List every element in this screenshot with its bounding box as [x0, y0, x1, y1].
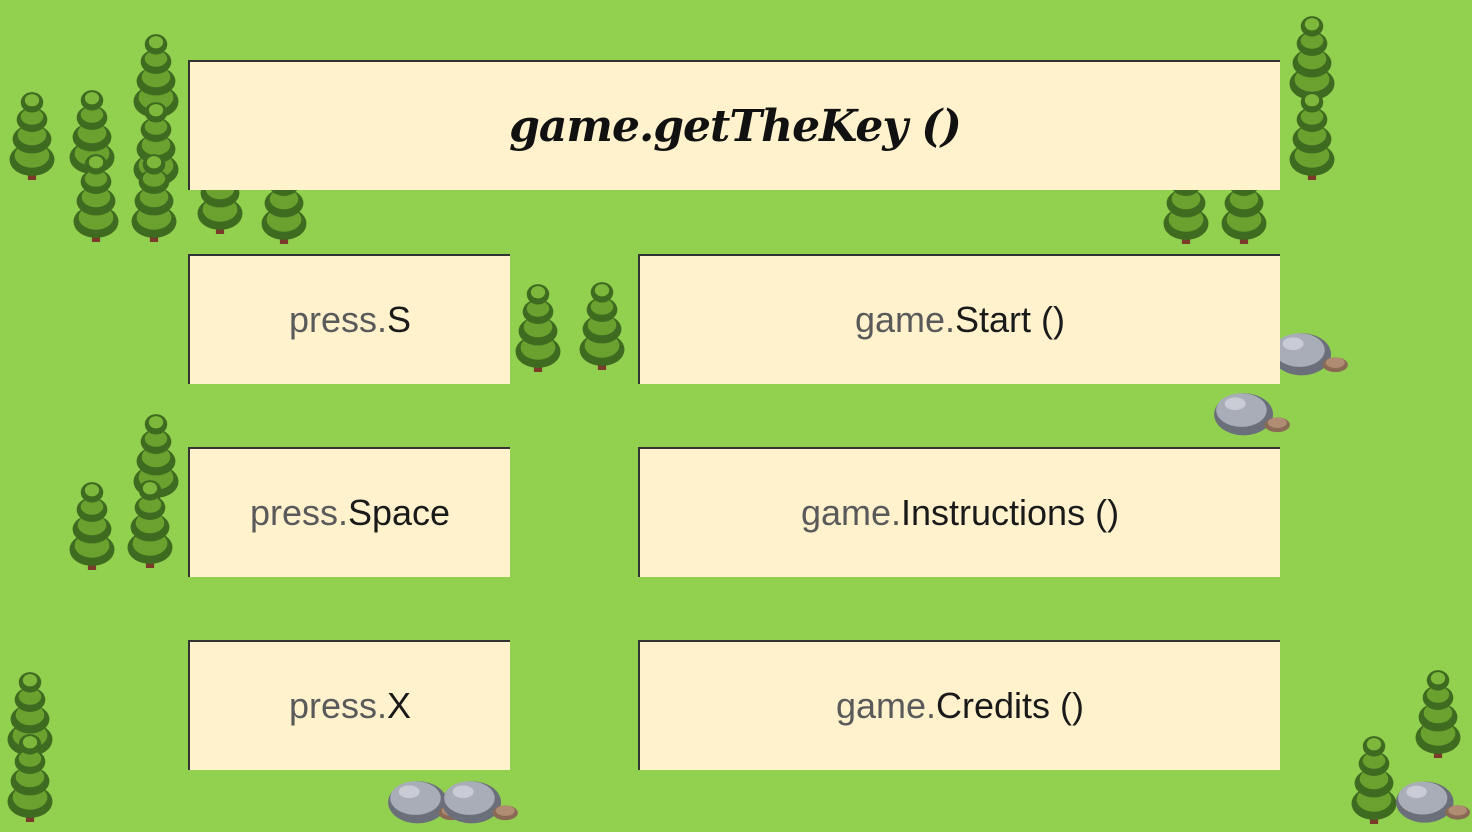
tree-icon [1289, 92, 1335, 180]
key-hint-key: S [387, 299, 412, 340]
action-prefix: game. [835, 685, 937, 726]
key-hint-x: press.X [188, 640, 510, 770]
key-hint-key: Space [347, 492, 451, 533]
key-hint-s: press.S [188, 254, 510, 384]
action-name: Credits () [936, 685, 1085, 726]
tree-icon [579, 282, 625, 370]
key-hint-key: X [387, 685, 412, 726]
tree-icon [131, 154, 177, 242]
tree-icon [9, 92, 55, 180]
key-hint-prefix: press. [288, 299, 388, 340]
rock-icon [442, 781, 518, 824]
rock-icon [1272, 333, 1348, 376]
key-hint-label: press.S [289, 299, 411, 341]
key-hint-label: press.X [289, 685, 411, 727]
rock-icon [1214, 393, 1290, 436]
tree-icon [127, 480, 173, 568]
tree-icon [69, 482, 115, 570]
game-title-panel: game.getTheKey () [188, 60, 1280, 190]
game-title: game.getTheKey () [509, 100, 962, 152]
rock-icon [1396, 781, 1470, 823]
key-hint-prefix: press. [249, 492, 348, 533]
key-hint-prefix: press. [288, 685, 388, 726]
instructions-button[interactable]: game.Instructions () [638, 447, 1280, 577]
tree-icon [73, 154, 119, 242]
action-prefix: game. [854, 299, 956, 340]
key-hint-label: press.Space [250, 492, 450, 534]
action-name: Instructions () [901, 492, 1120, 533]
start-button[interactable]: game.Start () [638, 254, 1280, 384]
credits-button[interactable]: game.Credits () [638, 640, 1280, 770]
tree-icon [1415, 670, 1461, 758]
tree-icon [515, 284, 561, 372]
instructions-button-label: game.Instructions () [801, 492, 1119, 534]
action-name: Start () [955, 299, 1066, 340]
credits-button-label: game.Credits () [836, 685, 1084, 727]
start-button-label: game.Start () [855, 299, 1065, 341]
tree-icon [7, 734, 53, 822]
key-hint-space: press.Space [188, 447, 510, 577]
action-prefix: game. [800, 492, 901, 533]
